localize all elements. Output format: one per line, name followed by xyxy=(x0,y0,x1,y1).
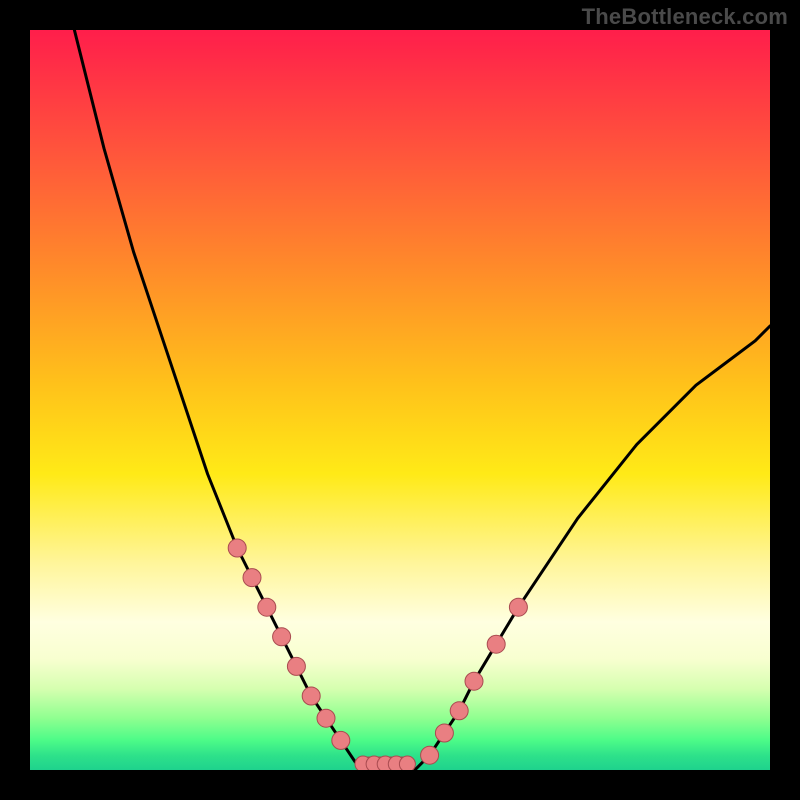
data-marker xyxy=(421,746,439,764)
bottleneck-curve xyxy=(74,30,770,770)
data-marker xyxy=(273,628,291,646)
data-marker xyxy=(228,539,246,557)
data-marker xyxy=(487,635,505,653)
data-marker xyxy=(243,569,261,587)
data-marker xyxy=(317,709,335,727)
data-marker xyxy=(435,724,453,742)
data-marker xyxy=(287,657,305,675)
watermark-text: TheBottleneck.com xyxy=(582,4,788,30)
series-group xyxy=(74,30,770,770)
data-marker xyxy=(302,687,320,705)
markers-group xyxy=(228,539,527,770)
data-marker xyxy=(258,598,276,616)
plot-area xyxy=(30,30,770,770)
chart-svg xyxy=(30,30,770,770)
data-marker xyxy=(509,598,527,616)
data-marker xyxy=(332,731,350,749)
chart-frame: TheBottleneck.com xyxy=(0,0,800,800)
data-marker xyxy=(465,672,483,690)
data-marker xyxy=(450,702,468,720)
data-marker xyxy=(399,756,415,770)
